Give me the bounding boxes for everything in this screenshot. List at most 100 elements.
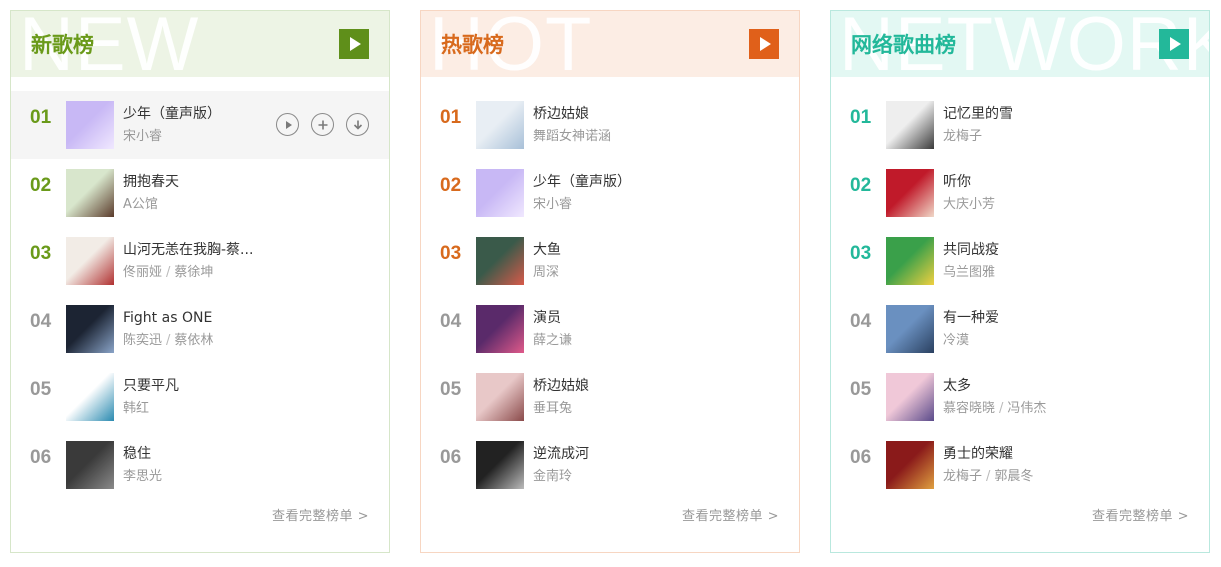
artist-name[interactable]: 宋小睿 [123, 129, 162, 144]
artist-name[interactable]: 冯伟杰 [1007, 401, 1046, 416]
artist-name[interactable]: 李思光 [123, 469, 162, 484]
album-cover[interactable] [66, 169, 114, 217]
song-row[interactable]: 06 勇士的荣耀 龙梅子 / 郭晨冬 [831, 431, 1209, 499]
song-row[interactable]: 05 只要平凡 韩红 [11, 363, 389, 431]
album-cover[interactable] [476, 305, 524, 353]
song-list: 01 桥边姑娘 舞蹈女神诺涵 02 少年（童声版） 宋小睿 03 大鱼 周深 04 演员 薛之谦 05 桥… [421, 91, 799, 499]
song-artists: 舞蹈女神诺涵 [533, 128, 733, 146]
song-row[interactable]: 05 太多 慕容晓晓 / 冯伟杰 [831, 363, 1209, 431]
artist-name[interactable]: 金南玲 [533, 469, 572, 484]
song-title[interactable]: 有一种爱 [943, 309, 1093, 328]
song-title[interactable]: 太多 [943, 377, 1093, 396]
album-cover[interactable] [886, 373, 934, 421]
song-row[interactable]: 02 少年（童声版） 宋小睿 [421, 159, 799, 227]
song-title[interactable]: 少年（童声版） [123, 105, 273, 124]
song-rank: 04 [440, 311, 462, 332]
song-row[interactable]: 05 桥边姑娘垂耳兔 [421, 363, 799, 431]
play-all-button[interactable] [339, 29, 369, 59]
album-cover[interactable] [886, 169, 934, 217]
artist-name[interactable]: 垂耳兔 [533, 401, 572, 416]
album-cover[interactable] [66, 373, 114, 421]
song-row[interactable]: 03 大鱼 周深 [421, 227, 799, 295]
artist-name[interactable]: 薛之谦 [533, 333, 572, 348]
song-artists: 垂耳兔 [533, 400, 733, 418]
album-cover[interactable] [66, 101, 114, 149]
view-full-chart-link[interactable]: 查看完整榜单 > [1092, 505, 1189, 524]
song-title[interactable]: 听你 [943, 173, 1093, 192]
play-all-button[interactable] [1159, 29, 1189, 59]
artist-name[interactable]: 蔡依林 [174, 333, 213, 348]
artist-name[interactable]: 郭晨冬 [994, 469, 1033, 484]
song-title[interactable]: 大鱼 [533, 241, 683, 260]
download-button[interactable] [346, 113, 369, 136]
song-title[interactable]: 山河无恙在我胸-蔡... [123, 241, 273, 260]
add-button[interactable] [311, 113, 334, 136]
artist-name[interactable]: 慕容晓晓 [943, 401, 995, 416]
artist-name[interactable]: 舞蹈女神诺涵 [533, 129, 611, 144]
song-row[interactable]: 03 共同战疫 乌兰图雅 [831, 227, 1209, 295]
chart-board-new: NEW 新歌榜 01 少年（童声版） 宋小睿 02 拥抱春天 A公馆 03 山河无恙在我胸-蔡..… [10, 10, 390, 553]
artist-name[interactable]: 龙梅子 [943, 469, 982, 484]
song-title[interactable]: 桥边姑娘 [533, 377, 683, 396]
song-row[interactable]: 01 桥边姑娘 舞蹈女神诺涵 [421, 91, 799, 159]
artist-name[interactable]: 蔡徐坤 [174, 265, 213, 280]
song-row[interactable]: 03 山河无恙在我胸-蔡... 佟丽娅 / 蔡徐坤 [11, 227, 389, 295]
song-title[interactable]: 只要平凡 [123, 377, 273, 396]
add-icon [318, 120, 327, 129]
artist-name[interactable]: 韩红 [123, 401, 149, 416]
song-row[interactable]: 02 听你大庆小芳 [831, 159, 1209, 227]
song-title[interactable]: 共同战疫 [943, 241, 1093, 260]
album-cover[interactable] [886, 305, 934, 353]
song-row[interactable]: 04 有一种爱 冷漠 [831, 295, 1209, 363]
album-cover[interactable] [476, 373, 524, 421]
song-title[interactable]: 演员 [533, 309, 683, 328]
artist-name[interactable]: 佟丽娅 [123, 265, 162, 280]
song-title[interactable]: 桥边姑娘 [533, 105, 683, 124]
song-rank: 05 [440, 379, 462, 400]
album-cover[interactable] [66, 305, 114, 353]
artist-name[interactable]: A公馆 [123, 197, 158, 212]
album-cover[interactable] [476, 237, 524, 285]
board-title[interactable]: 热歌榜 [441, 31, 504, 59]
song-row[interactable]: 06 逆流成河 金南玲 [421, 431, 799, 499]
song-row[interactable]: 01 记忆里的雪 龙梅子 [831, 91, 1209, 159]
play-button[interactable] [276, 113, 299, 136]
album-cover[interactable] [476, 169, 524, 217]
album-cover[interactable] [886, 237, 934, 285]
song-title[interactable]: Fight as ONE [123, 309, 273, 328]
board-title[interactable]: 网络歌曲榜 [851, 31, 956, 59]
album-cover[interactable] [476, 101, 524, 149]
album-cover[interactable] [886, 101, 934, 149]
song-title[interactable]: 少年（童声版） [533, 173, 683, 192]
song-row[interactable]: 04 Fight as ONE 陈奕迅 / 蔡依林 [11, 295, 389, 363]
song-artists: 李思光 [123, 468, 323, 486]
view-full-chart-link[interactable]: 查看完整榜单 > [272, 505, 369, 524]
artist-name[interactable]: 宋小睿 [533, 197, 572, 212]
song-title[interactable]: 逆流成河 [533, 445, 683, 464]
view-full-chart-link[interactable]: 查看完整榜单 > [682, 505, 779, 524]
song-artists: 宋小睿 [533, 196, 733, 214]
song-title[interactable]: 记忆里的雪 [943, 105, 1093, 124]
song-row[interactable]: 01 少年（童声版） 宋小睿 [11, 91, 389, 159]
album-cover[interactable] [476, 441, 524, 489]
song-row[interactable]: 04 演员薛之谦 [421, 295, 799, 363]
song-title[interactable]: 稳住 [123, 445, 273, 464]
song-row[interactable]: 06 稳住 李思光 [11, 431, 389, 499]
album-cover[interactable] [886, 441, 934, 489]
song-rank: 02 [850, 175, 872, 196]
play-all-button[interactable] [749, 29, 779, 59]
song-rank: 01 [30, 107, 52, 128]
play-icon [1170, 37, 1181, 51]
artist-name[interactable]: 大庆小芳 [943, 197, 995, 212]
song-title[interactable]: 拥抱春天 [123, 173, 273, 192]
board-title[interactable]: 新歌榜 [31, 31, 94, 59]
album-cover[interactable] [66, 237, 114, 285]
artist-name[interactable]: 乌兰图雅 [943, 265, 995, 280]
album-cover[interactable] [66, 441, 114, 489]
artist-name[interactable]: 周深 [533, 265, 559, 280]
artist-name[interactable]: 龙梅子 [943, 129, 982, 144]
artist-name[interactable]: 冷漠 [943, 333, 969, 348]
song-row[interactable]: 02 拥抱春天 A公馆 [11, 159, 389, 227]
artist-name[interactable]: 陈奕迅 [123, 333, 162, 348]
song-title[interactable]: 勇士的荣耀 [943, 445, 1093, 464]
